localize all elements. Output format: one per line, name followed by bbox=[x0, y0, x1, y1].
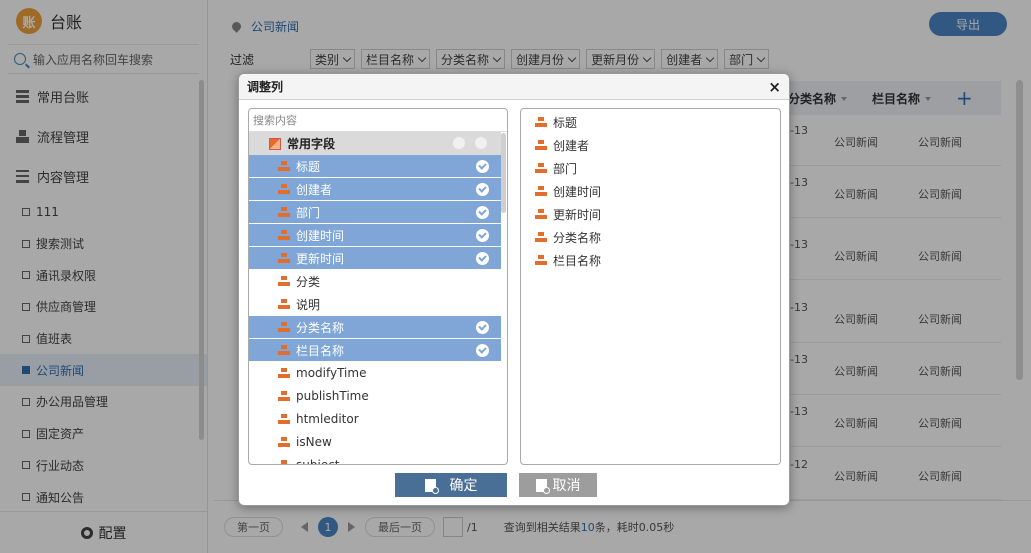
selected-column-label: 创建时间 bbox=[553, 185, 602, 199]
field-item[interactable]: publishTime bbox=[249, 385, 501, 408]
selected-column-item[interactable]: 标题 bbox=[521, 111, 780, 134]
field-node-icon bbox=[278, 298, 290, 310]
field-item[interactable]: 标题 bbox=[249, 155, 501, 178]
selected-column-item[interactable]: 分类名称 bbox=[521, 226, 780, 249]
group-icon bbox=[269, 137, 281, 150]
check-icon bbox=[476, 321, 489, 334]
field-node-icon bbox=[535, 163, 547, 174]
field-node-icon bbox=[535, 209, 547, 220]
field-node-icon bbox=[278, 390, 290, 402]
cancel-button[interactable]: 取消 bbox=[519, 473, 597, 497]
selected-column-label: 栏目名称 bbox=[553, 254, 602, 268]
field-item[interactable]: 创建者 bbox=[249, 178, 501, 201]
field-item-label: htmleditor bbox=[296, 412, 359, 426]
field-item[interactable]: modifyTime bbox=[249, 362, 501, 385]
field-node-icon bbox=[535, 186, 547, 197]
field-item-label: 创建时间 bbox=[296, 228, 345, 243]
check-icon bbox=[476, 252, 489, 265]
adjust-columns-dialog: 调整列 × 搜索内容 常用字段 标题 创建者 部门 创建时间 更新时间 分类 说明 分类名称栏… bbox=[238, 73, 790, 506]
selected-column-item[interactable]: 创建时间 bbox=[521, 180, 780, 203]
field-item-label: 分类名称 bbox=[296, 320, 345, 335]
field-node-icon bbox=[535, 232, 547, 243]
confirm-label: 确定 bbox=[449, 478, 478, 494]
field-node-icon bbox=[278, 252, 290, 264]
field-node-icon bbox=[535, 140, 547, 151]
selected-column-item[interactable]: 更新时间 bbox=[521, 203, 780, 226]
field-item[interactable]: 创建时间 bbox=[249, 224, 501, 247]
field-item-label: 分类 bbox=[296, 274, 321, 289]
field-item-label: isNew bbox=[296, 435, 332, 449]
field-item[interactable]: 栏目名称 bbox=[249, 339, 501, 362]
field-item-label: 说明 bbox=[296, 297, 321, 312]
selected-column-label: 标题 bbox=[553, 116, 578, 130]
selected-column-item[interactable]: 创建者 bbox=[521, 134, 780, 157]
field-node-icon bbox=[278, 206, 290, 218]
field-item[interactable]: subject bbox=[249, 454, 501, 465]
check-icon bbox=[476, 206, 489, 219]
field-node-icon bbox=[278, 321, 290, 333]
selected-column-item[interactable]: 栏目名称 bbox=[521, 249, 780, 272]
close-icon[interactable]: × bbox=[768, 78, 781, 96]
field-node-icon bbox=[278, 183, 290, 195]
selected-columns-panel: 标题创建者部门创建时间更新时间分类名称栏目名称 bbox=[520, 108, 781, 465]
available-fields-panel: 搜索内容 常用字段 标题创建者部门创建时间更新时间分类说明分类名称栏目名称 mod… bbox=[248, 108, 508, 465]
field-list-scrollbar[interactable] bbox=[501, 133, 506, 213]
field-node-icon bbox=[535, 117, 547, 128]
field-item-label: 标题 bbox=[296, 159, 321, 174]
field-node-icon bbox=[535, 255, 547, 266]
field-search-input[interactable]: 搜索内容 bbox=[249, 109, 507, 132]
field-search-placeholder: 搜索内容 bbox=[253, 114, 297, 127]
field-item-label: subject bbox=[296, 458, 340, 465]
field-node-icon bbox=[278, 367, 290, 379]
selected-column-item[interactable]: 部门 bbox=[521, 157, 780, 180]
document-cancel-icon bbox=[535, 478, 550, 494]
field-item-label: 创建者 bbox=[296, 182, 333, 197]
confirm-button[interactable]: 确定 bbox=[395, 473, 507, 497]
field-item[interactable]: 说明 bbox=[249, 293, 501, 316]
selected-column-list: 标题创建者部门创建时间更新时间分类名称栏目名称 bbox=[521, 109, 780, 272]
selected-column-label: 更新时间 bbox=[553, 208, 602, 222]
field-item-label: publishTime bbox=[296, 389, 369, 403]
field-group-header[interactable]: 常用字段 bbox=[249, 132, 501, 155]
selected-column-label: 部门 bbox=[553, 162, 578, 176]
selected-column-label: 创建者 bbox=[553, 139, 590, 153]
field-node-icon bbox=[278, 344, 290, 356]
field-item-label: 栏目名称 bbox=[296, 343, 345, 358]
field-item[interactable]: 更新时间 bbox=[249, 247, 501, 270]
field-list: 标题创建者部门创建时间更新时间分类说明分类名称栏目名称 modifyTime pub… bbox=[249, 155, 507, 465]
field-item[interactable]: htmleditor bbox=[249, 408, 501, 431]
field-item-label: modifyTime bbox=[296, 366, 367, 380]
field-item[interactable]: 部门 bbox=[249, 201, 501, 224]
field-node-icon bbox=[278, 160, 290, 172]
field-node-icon bbox=[278, 229, 290, 241]
field-item-label: 更新时间 bbox=[296, 251, 345, 266]
selected-column-label: 分类名称 bbox=[553, 231, 602, 245]
field-item[interactable]: isNew bbox=[249, 431, 501, 454]
check-icon bbox=[476, 344, 489, 357]
document-check-icon bbox=[424, 478, 439, 494]
check-icon bbox=[476, 160, 489, 173]
deselect-all-icon[interactable] bbox=[475, 137, 487, 149]
field-node-icon bbox=[278, 413, 290, 425]
check-icon bbox=[476, 183, 489, 196]
cancel-label: 取消 bbox=[552, 478, 581, 494]
dialog-title: 调整列 bbox=[239, 74, 789, 100]
check-icon bbox=[476, 229, 489, 242]
field-node-icon bbox=[278, 436, 290, 448]
field-item[interactable]: 分类名称 bbox=[249, 316, 501, 339]
select-all-icon[interactable] bbox=[453, 137, 465, 149]
field-item-label: 部门 bbox=[296, 205, 321, 220]
field-node-icon bbox=[278, 275, 290, 287]
field-node-icon bbox=[278, 459, 290, 465]
field-group-label: 常用字段 bbox=[287, 137, 336, 151]
field-item[interactable]: 分类 bbox=[249, 270, 501, 293]
